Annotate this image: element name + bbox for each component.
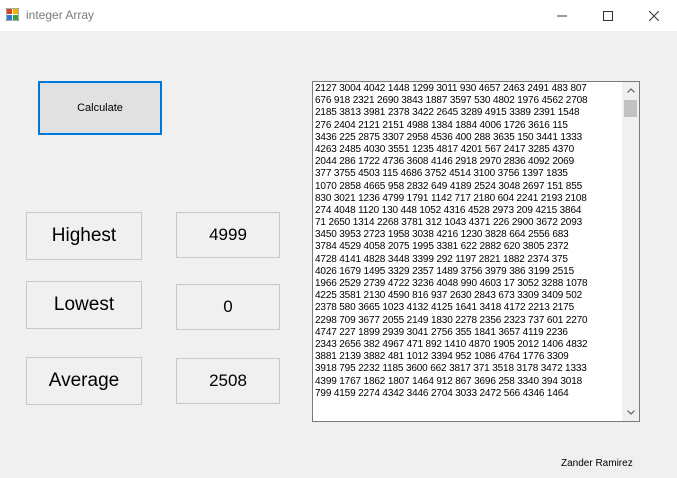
scroll-thumb[interactable]	[624, 100, 637, 117]
list-item[interactable]: 274 4048 1120 130 448 1052 4316 4528 297…	[315, 205, 622, 217]
lowest-value: 0	[176, 284, 280, 330]
list-item[interactable]: 2044 286 1722 4736 3608 4146 2918 2970 2…	[315, 156, 622, 168]
list-item[interactable]: 4728 4141 4828 3448 3399 292 1197 2821 1…	[315, 254, 622, 266]
list-item[interactable]: 4399 1767 1862 1807 1464 912 867 3696 25…	[315, 376, 622, 388]
list-item[interactable]: 3918 795 2232 1185 3600 662 3817 371 351…	[315, 363, 622, 375]
list-item[interactable]: 676 918 2321 2690 3843 1887 3597 530 480…	[315, 95, 622, 107]
list-item[interactable]: 3450 3953 2723 1958 3038 4216 1230 3828 …	[315, 229, 622, 241]
list-item[interactable]: 2343 2656 382 4967 471 892 1410 4870 190…	[315, 339, 622, 351]
window-title: integer Array	[26, 8, 95, 22]
close-icon	[649, 10, 659, 21]
scroll-down-button[interactable]	[622, 404, 639, 421]
list-item[interactable]: 2298 709 3677 2055 2149 1830 2278 2356 2…	[315, 315, 622, 327]
list-item[interactable]: 2185 3813 3981 2378 3422 2645 3289 4915 …	[315, 107, 622, 119]
maximize-button[interactable]	[585, 0, 631, 31]
highest-label: Highest	[26, 212, 142, 260]
list-item[interactable]: 3881 2139 3882 481 1012 3394 952 1086 47…	[315, 351, 622, 363]
minimize-button[interactable]	[539, 0, 585, 31]
chevron-up-icon	[626, 88, 635, 93]
list-item[interactable]: 4263 2485 4030 3551 1235 4817 4201 567 2…	[315, 144, 622, 156]
list-item[interactable]: 1070 2858 4665 958 2832 649 4189 2524 30…	[315, 181, 622, 193]
close-button[interactable]	[631, 0, 677, 31]
average-label: Average	[26, 357, 142, 405]
list-item[interactable]: 71 2650 1314 2268 3781 312 1043 4371 226…	[315, 217, 622, 229]
list-item[interactable]: 3436 225 2875 3307 2958 4536 400 288 363…	[315, 132, 622, 144]
numbers-listbox[interactable]: 2127 3004 4042 1448 1299 3011 930 4657 2…	[312, 81, 640, 422]
highest-value: 4999	[176, 212, 280, 258]
list-item[interactable]: 4225 3581 2130 4590 816 937 2630 2843 67…	[315, 290, 622, 302]
author-label: Zander Ramirez	[561, 458, 633, 469]
list-item[interactable]: 377 3755 4503 115 4686 3752 4514 3100 37…	[315, 168, 622, 180]
list-item[interactable]: 830 3021 1236 4799 1791 1142 717 2180 60…	[315, 193, 622, 205]
list-item[interactable]: 2127 3004 4042 1448 1299 3011 930 4657 2…	[315, 83, 622, 95]
average-value: 2508	[176, 358, 280, 404]
maximize-icon	[603, 10, 613, 21]
list-item[interactable]: 276 2404 2121 2151 4988 1384 1884 4006 1…	[315, 120, 622, 132]
chevron-down-icon	[626, 410, 635, 415]
app-form-icon	[5, 7, 20, 22]
list-item[interactable]: 799 4159 2274 4342 3446 2704 3033 2472 5…	[315, 388, 622, 400]
calculate-button[interactable]: Calculate	[38, 81, 162, 135]
list-item[interactable]: 4747 227 1899 2939 3041 2756 355 1841 36…	[315, 327, 622, 339]
list-item[interactable]: 3784 4529 4058 2075 1995 3381 622 2882 6…	[315, 241, 622, 253]
list-item[interactable]: 1966 2529 2739 4722 3236 4048 990 4603 1…	[315, 278, 622, 290]
vertical-scrollbar[interactable]	[622, 82, 639, 421]
lowest-label: Lowest	[26, 281, 142, 329]
numbers-list-content: 2127 3004 4042 1448 1299 3011 930 4657 2…	[315, 83, 622, 420]
list-item[interactable]: 4026 1679 1495 3329 2357 1489 3756 3979 …	[315, 266, 622, 278]
title-bar: integer Array	[0, 0, 677, 31]
scroll-up-button[interactable]	[622, 82, 639, 99]
list-item[interactable]: 2378 580 3665 1023 4132 4125 1641 3418 4…	[315, 302, 622, 314]
minimize-icon	[557, 15, 567, 16]
